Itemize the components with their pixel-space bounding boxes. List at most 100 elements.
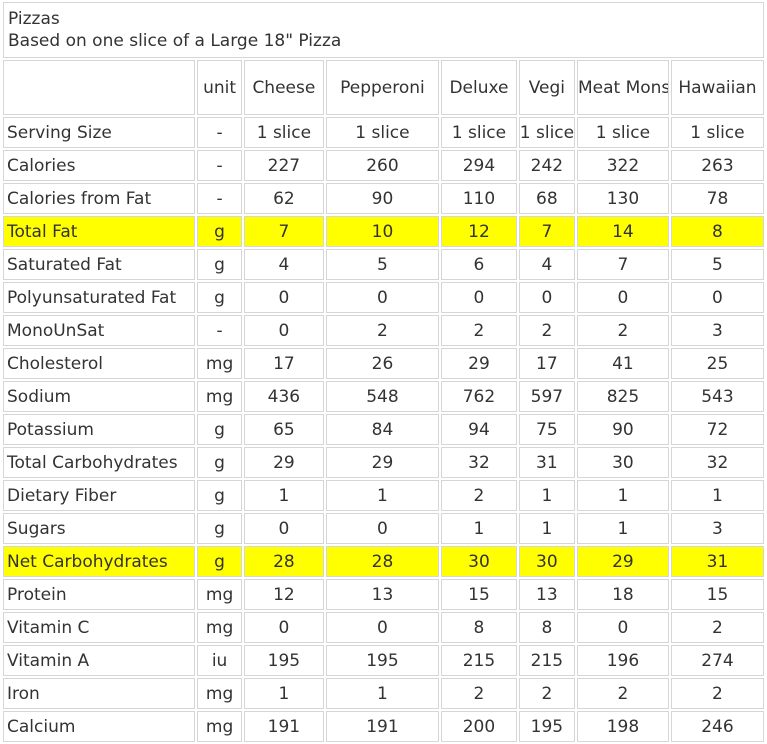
nutrient-label: Vitamin A [3, 645, 196, 676]
value-cell: 12 [244, 579, 324, 610]
unit-cell: g [197, 216, 243, 247]
nutrient-label: Calories from Fat [3, 183, 196, 214]
value-cell: 0 [576, 612, 669, 643]
header-cheese: Cheese [244, 60, 324, 115]
value-cell: 110 [441, 183, 517, 214]
value-cell: 215 [518, 645, 575, 676]
value-cell: 5 [670, 249, 764, 280]
header-blank-cell [3, 60, 196, 115]
value-cell: 0 [244, 513, 324, 544]
value-cell: 1 [441, 513, 517, 544]
table-row: Iron mg 1 1 2 2 2 2 [3, 678, 764, 709]
header-deluxe: Deluxe [441, 60, 517, 115]
value-cell: 0 [576, 282, 669, 313]
value-cell: 90 [576, 414, 669, 445]
value-cell: 191 [325, 711, 440, 742]
value-cell: 215 [441, 645, 517, 676]
table-row: Protein mg 12 13 15 13 18 15 [3, 579, 764, 610]
value-cell: 1 slice [244, 117, 324, 148]
value-cell: 32 [441, 447, 517, 478]
value-cell: 2 [325, 315, 440, 346]
unit-cell: g [197, 249, 243, 280]
value-cell: 94 [441, 414, 517, 445]
value-cell: 825 [576, 381, 669, 412]
nutrient-label: Calcium [3, 711, 196, 742]
value-cell: 2 [576, 678, 669, 709]
value-cell: 72 [670, 414, 764, 445]
table-row: Sodium mg 436 548 762 597 825 543 [3, 381, 764, 412]
value-cell: 8 [441, 612, 517, 643]
table-row: Cholesterol mg 17 26 29 17 41 25 [3, 348, 764, 379]
table-row: Serving Size -1 slice 1 slice 1 slice 1 slic… [3, 117, 764, 148]
unit-cell: - [197, 150, 243, 181]
value-cell: 90 [325, 183, 440, 214]
value-cell: 0 [244, 612, 324, 643]
unit-cell: g [197, 513, 243, 544]
table-row: Calcium mg 191 191 200 195 198 246 [3, 711, 764, 742]
value-cell: 26 [325, 348, 440, 379]
value-cell: 1 [576, 480, 669, 511]
value-cell: 196 [576, 645, 669, 676]
value-cell: 25 [670, 348, 764, 379]
unit-cell: mg [197, 381, 243, 412]
table-row: Calories -227 260 294 242 322 263 [3, 150, 764, 181]
value-cell: 2 [441, 678, 517, 709]
value-cell: 246 [670, 711, 764, 742]
table-row: Polyunsaturated Fat g 0 0 0 0 0 0 [3, 282, 764, 313]
value-cell: 1 slice [441, 117, 517, 148]
value-cell: 198 [576, 711, 669, 742]
table-row: Sugars g 0 0 1 1 1 3 [3, 513, 764, 544]
unit-cell: mg [197, 612, 243, 643]
nutrient-label: Saturated Fat [3, 249, 196, 280]
value-cell: 1 slice [325, 117, 440, 148]
value-cell: 227 [244, 150, 324, 181]
value-cell: 12 [441, 216, 517, 247]
table-row: Total Carbohydrates g 29 29 32 31 30 32 [3, 447, 764, 478]
unit-cell: g [197, 282, 243, 313]
value-cell: 31 [518, 447, 575, 478]
nutrient-label: Total Carbohydrates [3, 447, 196, 478]
value-cell: 32 [670, 447, 764, 478]
value-cell: 0 [670, 282, 764, 313]
nutrient-label: Protein [3, 579, 196, 610]
nutrient-label: Total Fat [3, 216, 196, 247]
nutrient-label: MonoUnSat [3, 315, 196, 346]
value-cell: 28 [244, 546, 324, 577]
value-cell: 1 [576, 513, 669, 544]
value-cell: 195 [518, 711, 575, 742]
value-cell: 10 [325, 216, 440, 247]
nutrient-label: Net Carbohydrates [3, 546, 196, 577]
nutrient-label: Potassium [3, 414, 196, 445]
value-cell: 14 [576, 216, 669, 247]
value-cell: 1 [325, 480, 440, 511]
unit-cell: mg [197, 711, 243, 742]
value-cell: 2 [518, 678, 575, 709]
value-cell: 2 [518, 315, 575, 346]
value-cell: 0 [244, 282, 324, 313]
value-cell: 30 [518, 546, 575, 577]
value-cell: 62 [244, 183, 324, 214]
table-row: Calories from Fat -62 90 110 68 130 78 [3, 183, 764, 214]
unit-cell: mg [197, 678, 243, 709]
header-vegi: Vegi [518, 60, 575, 115]
value-cell: 7 [244, 216, 324, 247]
nutrient-label: Polyunsaturated Fat [3, 282, 196, 313]
header-row: unit Cheese Pepperoni Deluxe Vegi Meat M… [3, 60, 764, 115]
table-row: Net Carbohydrates g 28 28 30 30 29 31 [3, 546, 764, 577]
value-cell: 1 slice [518, 117, 575, 148]
value-cell: 294 [441, 150, 517, 181]
table-row: Saturated Fat g 4 5 6 4 7 5 [3, 249, 764, 280]
value-cell: 75 [518, 414, 575, 445]
unit-cell: - [197, 183, 243, 214]
value-cell: 3 [670, 315, 764, 346]
value-cell: 7 [518, 216, 575, 247]
value-cell: 41 [576, 348, 669, 379]
unit-cell: iu [197, 645, 243, 676]
value-cell: 65 [244, 414, 324, 445]
value-cell: 17 [244, 348, 324, 379]
header-hawaiian: Hawaiian [670, 60, 764, 115]
value-cell: 322 [576, 150, 669, 181]
value-cell: 30 [441, 546, 517, 577]
value-cell: 242 [518, 150, 575, 181]
value-cell: 17 [518, 348, 575, 379]
